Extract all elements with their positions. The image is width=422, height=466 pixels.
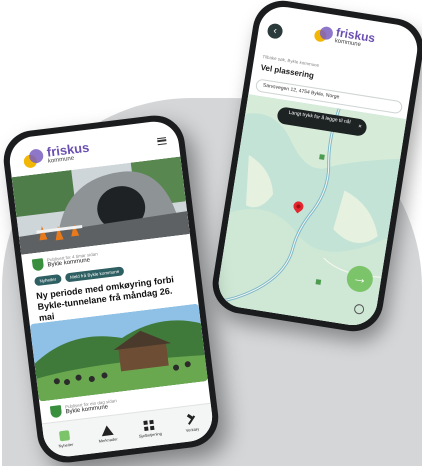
nav-tools[interactable]: Verktøy bbox=[172, 413, 212, 435]
post-meta: Publisert for 4 timar sidan Bykle kommun… bbox=[31, 251, 99, 272]
nav-label: Merknader bbox=[98, 436, 118, 444]
tag-report[interactable]: Meld frå Bykle kommune bbox=[64, 266, 125, 283]
warning-icon bbox=[100, 424, 114, 437]
back-button[interactable]: ‹ bbox=[266, 22, 284, 40]
nav-notices[interactable]: Merknader bbox=[88, 423, 128, 445]
map-view[interactable] bbox=[215, 94, 407, 329]
nav-label: Sjølbetjening bbox=[138, 430, 163, 439]
nav-self-service[interactable]: Sjølbetjening bbox=[130, 418, 170, 440]
tag-news[interactable]: Nyheiter bbox=[33, 274, 62, 287]
hamburger-menu-icon[interactable] bbox=[156, 137, 167, 146]
nav-label: Nyheiter bbox=[58, 441, 74, 449]
feed-screen: friskus kommune Publisert for 4 timar si… bbox=[7, 118, 215, 460]
nav-news[interactable]: Nyheiter bbox=[45, 428, 85, 450]
brand-logo: friskus kommune bbox=[313, 24, 376, 51]
close-icon[interactable]: × bbox=[358, 124, 362, 130]
logo-mark-icon bbox=[313, 25, 334, 44]
municipality-shield-icon bbox=[31, 258, 45, 272]
nav-label: Verktøy bbox=[185, 426, 200, 433]
tools-icon bbox=[186, 415, 197, 426]
arrow-left-icon: ‹ bbox=[272, 25, 278, 37]
brand-logo[interactable]: friskus kommune bbox=[22, 140, 90, 169]
grid-icon bbox=[143, 419, 155, 431]
logo-mark-icon bbox=[22, 147, 44, 169]
newspaper-icon bbox=[59, 430, 71, 442]
arrow-right-icon: → bbox=[351, 268, 369, 289]
map-terrain bbox=[215, 94, 407, 329]
municipality-shield-icon bbox=[49, 404, 63, 419]
